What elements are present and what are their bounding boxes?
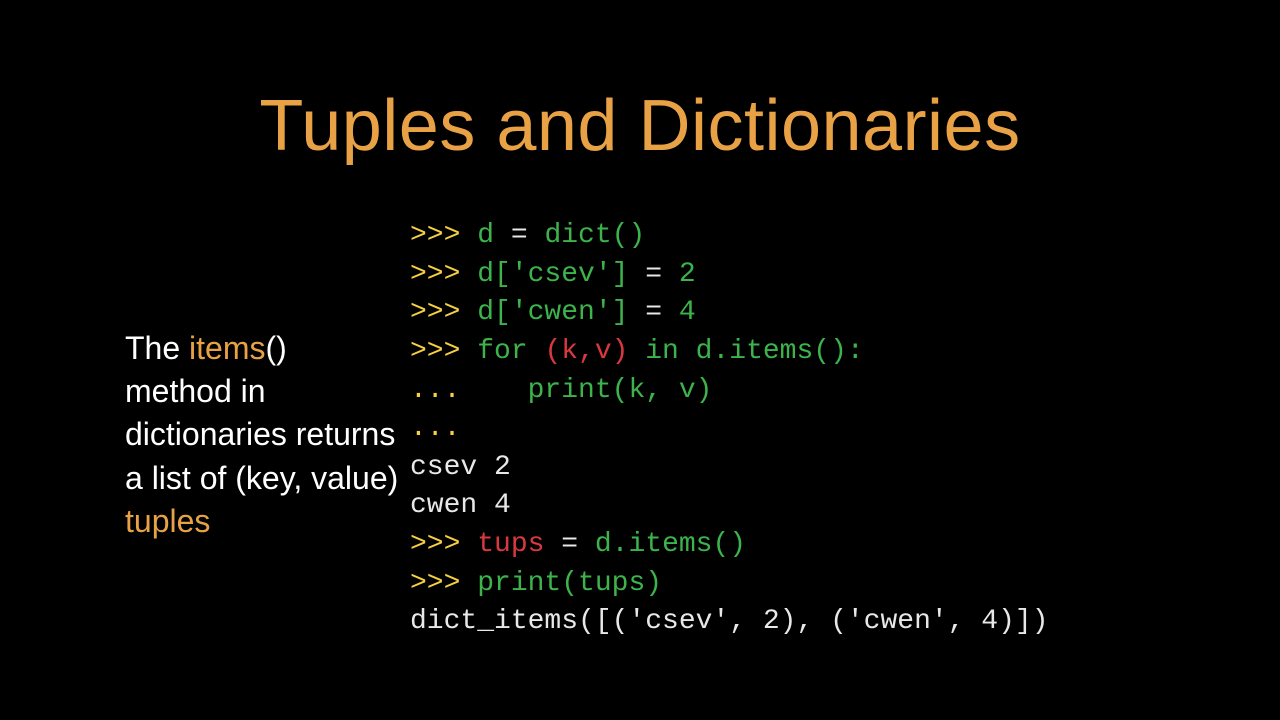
prompt: ... [410,375,528,406]
code-token: = [544,529,594,560]
code-token: tups [477,529,544,560]
prompt: >>> [410,297,477,328]
desc-tuples: tuples [125,503,210,539]
code-output: dict_items([('csev', 2), ('cwen', 4)]) [410,606,1049,637]
code-block: >>> d = dict() >>> d['csev'] = 2 >>> d['… [410,217,1280,642]
code-token: dict() [544,220,645,251]
code-token: d.items() [595,529,746,560]
code-token: 4 [679,297,696,328]
code-output: csev 2 [410,452,511,483]
code-token: (k,v) [544,336,628,367]
prompt: ... [410,413,460,444]
prompt: >>> [410,336,477,367]
prompt: >>> [410,568,477,599]
prompt: >>> [410,220,477,251]
slide-title: Tuples and Dictionaries [0,0,1280,167]
code-token: d['csev'] [477,259,628,290]
content-area: The items() method in dictionaries retur… [0,167,1280,642]
prompt: >>> [410,259,477,290]
code-token: 2 [679,259,696,290]
description-text: The items() method in dictionaries retur… [125,327,400,543]
slide: Tuples and Dictionaries The items() meth… [0,0,1280,720]
code-token: = [628,297,678,328]
code-token: print(k, v) [528,375,713,406]
code-token: print(tups) [477,568,662,599]
code-token: for [477,336,544,367]
description-column: The items() method in dictionaries retur… [0,217,400,642]
code-token: d.items(): [696,336,864,367]
desc-items: items [189,330,265,366]
prompt: >>> [410,529,477,560]
code-token: = [494,220,544,251]
code-output: cwen 4 [410,490,511,521]
code-token: in [628,336,695,367]
code-column: >>> d = dict() >>> d['csev'] = 2 >>> d['… [400,217,1280,642]
code-token: d['cwen'] [477,297,628,328]
desc-part1: The [125,330,189,366]
code-token: = [628,259,678,290]
code-token: d [477,220,494,251]
